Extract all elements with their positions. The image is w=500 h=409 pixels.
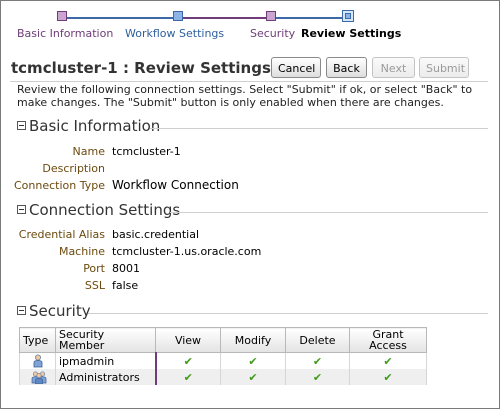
field-label-credential-alias: Credential Alias: [18, 228, 105, 241]
basic-information-header[interactable]: Basic Information: [17, 117, 160, 135]
train-label-review-settings: Review Settings: [301, 27, 402, 40]
train-label-workflow-settings[interactable]: Workflow Settings: [125, 27, 224, 40]
field-value-ssl: false: [112, 279, 139, 292]
field-label-machine: Machine: [58, 245, 105, 258]
train-connector: [276, 17, 343, 19]
security-member-cell: ipmadmin: [55, 352, 157, 369]
train-label-basic-information[interactable]: Basic Information: [17, 27, 113, 40]
column-header-delete[interactable]: Delete: [285, 327, 350, 353]
table-row[interactable]: Administrators ✔ ✔ ✔ ✔: [19, 369, 427, 385]
view-cell: ✔: [155, 369, 221, 385]
security-member-cell: Administrators: [55, 369, 157, 385]
field-label-description: Description: [42, 162, 105, 175]
type-cell: [19, 369, 56, 385]
field-value-connection-type: Workflow Connection: [112, 178, 239, 192]
field-label-name: Name: [72, 145, 105, 158]
modify-cell: ✔: [220, 369, 286, 385]
check-icon: ✔: [383, 354, 393, 368]
field-value-port: 8001: [112, 262, 140, 275]
train-stop-workflow-settings[interactable]: [173, 11, 183, 21]
back-button[interactable]: Back: [326, 57, 367, 78]
train-connector: [183, 17, 266, 19]
train-stop-review-settings: [342, 10, 354, 22]
section-title: Connection Settings: [29, 201, 181, 219]
group-icon: [31, 370, 46, 385]
field-value-name: tcmcluster-1: [112, 145, 181, 158]
section-divider: [170, 212, 488, 213]
train-stop-security[interactable]: [266, 11, 276, 21]
submit-button[interactable]: Submit: [419, 57, 469, 78]
check-icon: ✔: [312, 354, 323, 368]
train-label-security[interactable]: Security: [250, 27, 295, 40]
delete-cell: ✔: [285, 369, 350, 385]
page-title: tcmcluster-1 : Review Settings: [11, 59, 271, 77]
column-header-modify[interactable]: Modify: [220, 327, 286, 353]
collapse-icon[interactable]: [17, 120, 26, 130]
section-divider: [150, 128, 488, 129]
section-title: Security: [29, 302, 91, 320]
security-header[interactable]: Security: [17, 302, 91, 320]
section-divider: [88, 313, 488, 314]
check-icon: ✔: [248, 370, 258, 384]
check-icon: ✔: [183, 354, 193, 368]
header-divider: [10, 81, 488, 82]
train-stop-basic-information[interactable]: [57, 11, 67, 21]
delete-cell: ✔: [285, 352, 350, 369]
field-value-credential-alias: basic.credential: [112, 228, 200, 241]
cancel-button[interactable]: Cancel: [271, 57, 321, 78]
user-icon: [31, 354, 45, 368]
modify-cell: ✔: [220, 352, 286, 369]
connection-settings-header[interactable]: Connection Settings: [17, 201, 180, 219]
section-title: Basic Information: [29, 117, 161, 135]
column-header-grant-access[interactable]: Grant Access: [349, 327, 427, 353]
collapse-icon[interactable]: [17, 204, 26, 214]
table-row[interactable]: ipmadmin ✔ ✔ ✔ ✔: [19, 352, 427, 369]
type-cell: [19, 352, 56, 369]
field-label-connection-type: Connection Type: [13, 179, 105, 192]
check-icon: ✔: [312, 370, 323, 384]
train-connector: [67, 17, 173, 19]
view-cell: ✔: [155, 352, 221, 369]
field-label-port: Port: [83, 262, 105, 275]
check-icon: ✔: [383, 370, 393, 384]
column-header-security-member[interactable]: Security Member: [55, 327, 156, 353]
wizard-train: Basic Information Workflow Settings Secu…: [0, 0, 500, 48]
check-icon: ✔: [183, 370, 193, 384]
field-label-ssl: SSL: [84, 279, 105, 292]
grant-access-cell: ✔: [349, 352, 427, 369]
instructions-text: Review the following connection settings…: [17, 83, 473, 109]
column-header-view[interactable]: View: [155, 327, 221, 353]
grant-access-cell: ✔: [349, 369, 427, 385]
field-value-machine: tcmcluster-1.us.oracle.com: [112, 245, 262, 258]
security-table: Type Security Member View Modify Delete …: [19, 327, 427, 385]
next-button[interactable]: Next: [372, 57, 415, 78]
column-header-type[interactable]: Type: [19, 327, 56, 353]
table-header-row: Type Security Member View Modify Delete …: [19, 327, 427, 353]
collapse-icon[interactable]: [17, 305, 26, 315]
check-icon: ✔: [248, 354, 258, 368]
